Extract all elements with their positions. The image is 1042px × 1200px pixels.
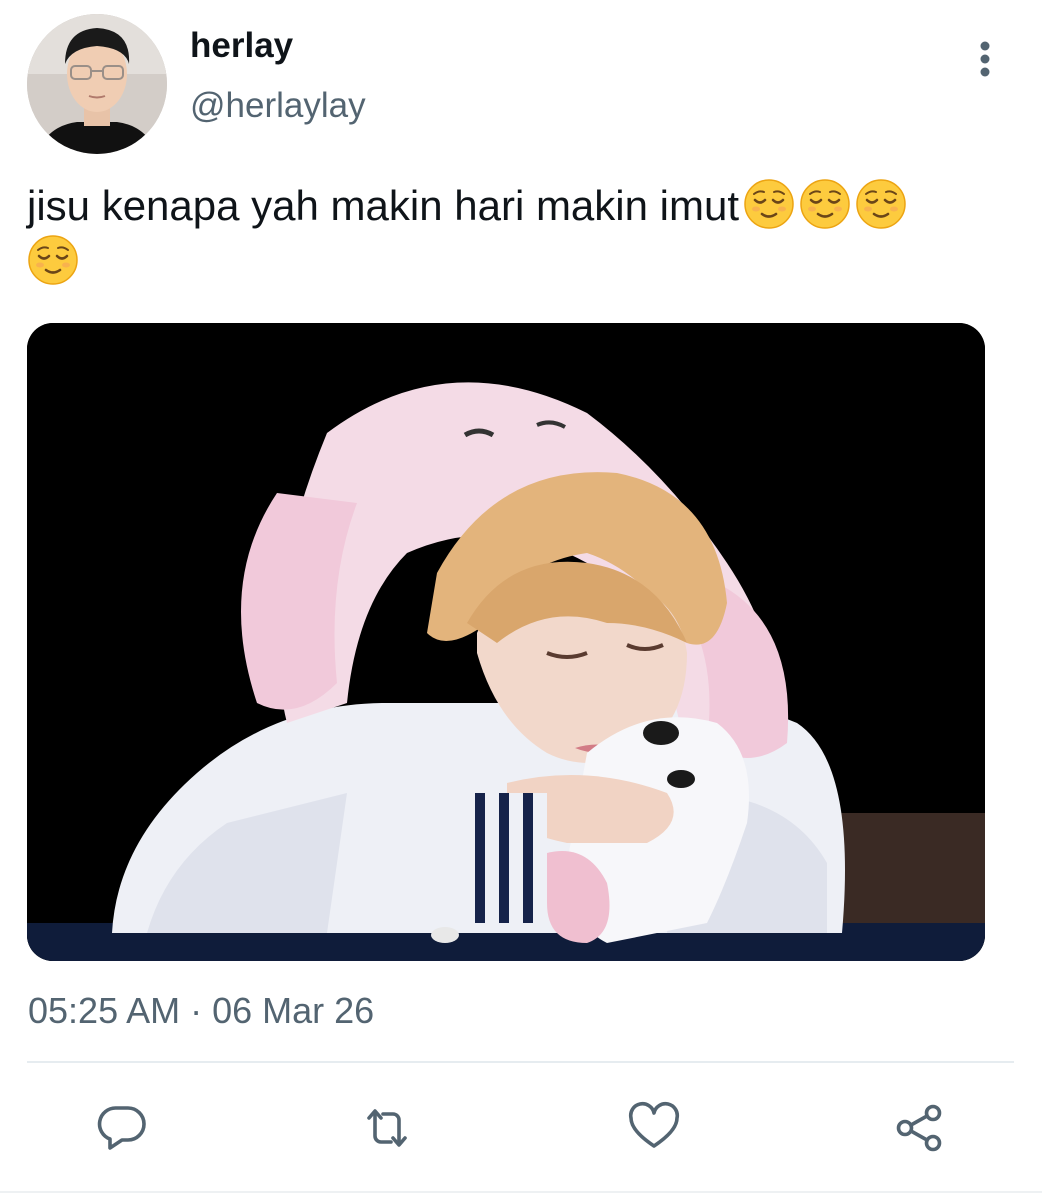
author-display-name[interactable]: herlay <box>190 26 293 66</box>
bottom-border <box>0 1191 1042 1193</box>
share-button[interactable] <box>892 1100 948 1156</box>
divider <box>27 1061 1014 1063</box>
tweet-media-photo[interactable] <box>27 323 985 961</box>
avatar[interactable] <box>27 14 167 154</box>
retweet-button[interactable] <box>359 1100 415 1156</box>
photo-illustration <box>27 323 985 961</box>
tweet-text-content: jisu kenapa yah makin hari makin imut <box>27 182 739 229</box>
relieved-face-emoji <box>743 178 795 230</box>
heart-icon <box>628 1101 680 1148</box>
avatar-image <box>27 14 167 154</box>
author-handle[interactable]: @herlaylay <box>190 86 366 126</box>
tweet-text: jisu kenapa yah makin hari makin imut <box>27 178 1027 290</box>
retweet-icon <box>367 1109 407 1147</box>
more-options-button[interactable] <box>965 38 1005 80</box>
relieved-face-emoji <box>27 234 79 286</box>
tweet-timestamp[interactable]: 05:25 AM · 06 Mar 26 <box>28 990 374 1032</box>
reply-button[interactable] <box>94 1100 150 1156</box>
reply-icon <box>97 1106 146 1150</box>
share-icon <box>896 1104 942 1152</box>
relieved-face-emoji <box>799 178 851 230</box>
like-button[interactable] <box>626 1100 682 1156</box>
relieved-face-emoji <box>855 178 907 230</box>
more-vertical-icon <box>980 41 990 77</box>
